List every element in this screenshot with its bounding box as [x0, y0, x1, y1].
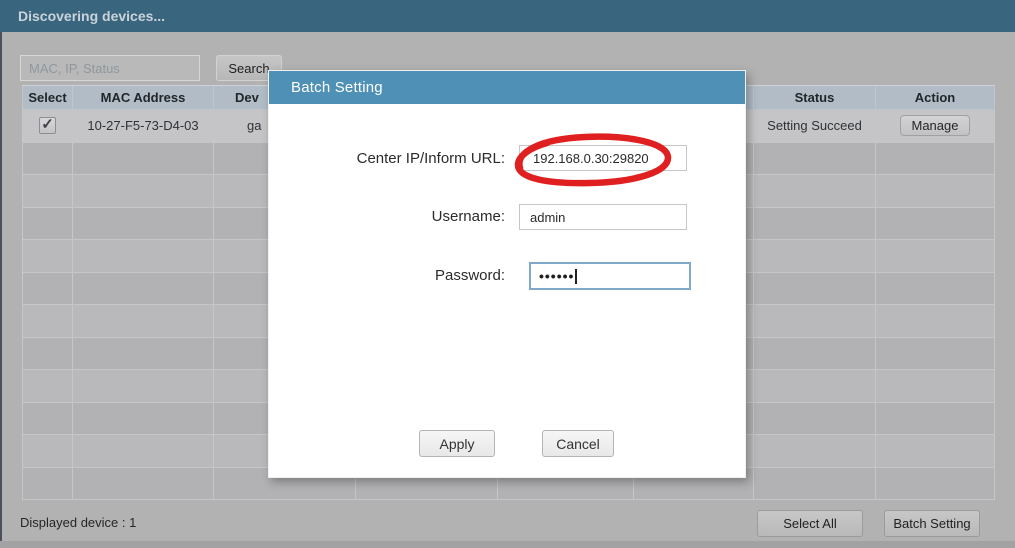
col-header-status: Status — [754, 86, 876, 110]
table-cell-empty — [876, 337, 995, 370]
table-cell-empty — [876, 435, 995, 468]
table-cell-empty — [23, 175, 73, 208]
username-input[interactable] — [519, 204, 687, 230]
table-cell-empty — [73, 370, 214, 403]
password-input[interactable]: •••••• — [529, 262, 691, 290]
table-cell-empty — [23, 272, 73, 305]
password-masked-value: •••••• — [539, 268, 575, 284]
table-cell-empty — [876, 467, 995, 500]
cancel-button[interactable]: Cancel — [542, 430, 614, 457]
table-cell-empty — [876, 402, 995, 435]
window-bottom-edge — [0, 541, 1015, 548]
dialog-body: Center IP/Inform URL: Username: Password… — [269, 104, 745, 477]
row-checkbox[interactable]: ✓ — [39, 116, 56, 135]
table-cell-empty — [73, 142, 214, 175]
batch-setting-dialog: Batch Setting Center IP/Inform URL: User… — [268, 70, 746, 478]
action-cell: Manage — [876, 110, 995, 143]
table-cell-empty — [754, 467, 876, 500]
table-cell-empty — [73, 240, 214, 273]
table-cell-empty — [73, 305, 214, 338]
select-all-button[interactable]: Select All — [757, 510, 863, 537]
table-cell-empty — [876, 207, 995, 240]
select-cell: ✓ — [23, 110, 73, 143]
col-header-action: Action — [876, 86, 995, 110]
text-cursor — [575, 268, 578, 284]
dialog-title: Batch Setting — [291, 79, 383, 96]
table-cell-empty — [23, 142, 73, 175]
table-cell-empty — [23, 305, 73, 338]
app-window: Discovering devices... Search Select MAC… — [0, 0, 1015, 548]
table-cell-empty — [876, 370, 995, 403]
username-label: Username: — [431, 208, 505, 225]
batch-setting-button[interactable]: Batch Setting — [884, 510, 980, 537]
search-input[interactable] — [20, 55, 200, 81]
table-cell-empty — [73, 402, 214, 435]
table-cell-empty — [754, 272, 876, 305]
table-cell-empty — [73, 337, 214, 370]
table-cell-empty — [23, 370, 73, 403]
table-cell-empty — [876, 175, 995, 208]
manage-button[interactable]: Manage — [900, 115, 970, 137]
checkbox-check-icon: ✓ — [41, 116, 54, 134]
table-cell-empty — [23, 240, 73, 273]
table-cell-empty — [23, 467, 73, 500]
mac-address-cell: 10-27-F5-73-D4-03 — [73, 110, 214, 143]
table-cell-empty — [73, 467, 214, 500]
displayed-device-count: Displayed device : 1 — [20, 515, 137, 530]
table-cell-empty — [23, 207, 73, 240]
table-cell-empty — [754, 370, 876, 403]
table-cell-empty — [23, 435, 73, 468]
col-header-select: Select — [23, 86, 73, 110]
window-title: Discovering devices... — [18, 8, 166, 24]
table-cell-empty — [754, 402, 876, 435]
password-label: Password: — [434, 267, 505, 284]
dialog-title-bar: Batch Setting — [269, 71, 745, 104]
apply-button[interactable]: Apply — [419, 430, 495, 457]
table-cell-empty — [73, 175, 214, 208]
table-cell-empty — [754, 175, 876, 208]
status-cell: Setting Succeed — [754, 110, 876, 143]
table-cell-empty — [876, 240, 995, 273]
table-cell-empty — [754, 337, 876, 370]
table-cell-empty — [754, 240, 876, 273]
table-cell-empty — [23, 337, 73, 370]
table-cell-empty — [754, 207, 876, 240]
table-cell-empty — [754, 435, 876, 468]
table-cell-empty — [876, 272, 995, 305]
center-ip-input[interactable] — [519, 145, 687, 171]
window-left-edge — [0, 32, 2, 548]
col-header-mac: MAC Address — [73, 86, 214, 110]
table-cell-empty — [876, 305, 995, 338]
table-cell-empty — [876, 142, 995, 175]
table-cell-empty — [754, 142, 876, 175]
table-cell-empty — [23, 402, 73, 435]
table-cell-empty — [73, 435, 214, 468]
table-cell-empty — [754, 305, 876, 338]
table-cell-empty — [73, 207, 214, 240]
title-bar: Discovering devices... — [0, 0, 1015, 32]
table-cell-empty — [73, 272, 214, 305]
center-ip-label: Center IP/Inform URL: — [356, 150, 505, 167]
